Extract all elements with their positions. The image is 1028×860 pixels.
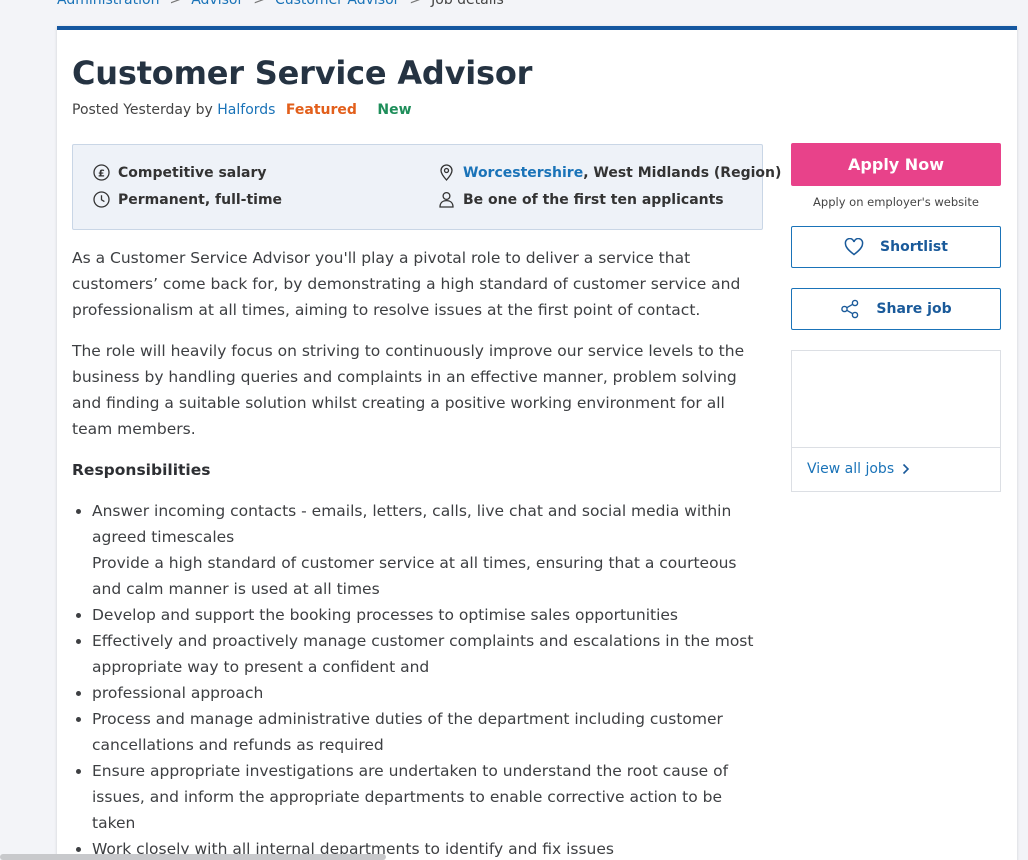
shortlist-label: Shortlist <box>880 239 948 255</box>
company-box-divider <box>792 447 1000 448</box>
list-item: Ensure appropriate investigations are un… <box>92 758 764 836</box>
breadcrumb-current: Job details <box>431 0 504 8</box>
apply-now-button[interactable]: Apply Now <box>791 143 1001 186</box>
view-all-jobs-label: View all jobs <box>807 461 895 477</box>
job-summary-box: £ Competitive salary Permanent, full-tim… <box>72 144 781 230</box>
applicants-text: Be one of the first ten applicants <box>463 191 724 208</box>
responsibilities-heading: Responsibilities <box>72 461 211 479</box>
applicants-row: Be one of the first ten applicants <box>438 191 724 208</box>
breadcrumb-link-administration[interactable]: Administration <box>57 0 159 8</box>
breadcrumb-link-customer-advisor[interactable]: Customer Advisor <box>275 0 399 8</box>
share-job-label: Share job <box>876 301 952 317</box>
salary-text: Competitive salary <box>118 164 267 181</box>
company-box: View all jobs <box>791 350 1001 492</box>
breadcrumb-separator: > <box>253 0 265 8</box>
share-icon <box>841 299 859 319</box>
job-meta: Posted Yesterday by Halfords Featured Ne… <box>72 102 412 118</box>
description-paragraph: The role will heavily focus on striving … <box>72 342 745 438</box>
clock-icon <box>93 191 110 208</box>
list-item: professional approach <box>92 680 764 706</box>
new-badge: New <box>377 102 412 118</box>
job-description: As a Customer Service Advisor you'll pla… <box>72 245 764 860</box>
heart-icon <box>844 238 864 256</box>
job-type-row: Permanent, full-time <box>93 191 282 208</box>
author-link[interactable]: Halfords <box>217 102 275 118</box>
location-link[interactable]: Worcestershire <box>463 165 583 181</box>
posted-text: Posted Yesterday by <box>72 102 213 118</box>
list-item: Develop and support the booking processe… <box>92 602 764 628</box>
breadcrumb: Administration > Advisor > Customer Advisor >… <box>57 0 504 8</box>
breadcrumb-link-advisor[interactable]: Advisor <box>191 0 243 8</box>
featured-badge: Featured <box>285 102 357 118</box>
job-type-text: Permanent, full-time <box>118 191 283 208</box>
breadcrumb-separator: > <box>409 0 422 8</box>
job-details-card: Customer Service Advisor Posted Yesterda… <box>57 26 1017 860</box>
breadcrumb-separator: > <box>169 0 182 8</box>
location-region: , West Midlands (Region) <box>583 164 782 181</box>
shortlist-button[interactable]: Shortlist <box>791 226 1001 268</box>
page-title: Customer Service Advisor <box>72 54 533 92</box>
list-item: Process and manage administrative duties… <box>92 706 764 758</box>
responsibilities-list: Answer incoming contacts - emails, lette… <box>72 498 764 860</box>
chevron-right-icon <box>903 463 910 475</box>
location-pin-icon <box>440 164 453 181</box>
svg-text:£: £ <box>98 168 105 179</box>
pound-icon: £ <box>93 164 110 181</box>
list-item: Answer incoming contacts - emails, lette… <box>92 498 764 550</box>
description-paragraph: As a Customer Service Advisor you'll pla… <box>72 249 741 319</box>
list-item: Provide a high standard of customer serv… <box>92 554 737 598</box>
share-job-button[interactable]: Share job <box>791 288 1001 330</box>
apply-note: Apply on employer's website <box>813 195 979 209</box>
list-item: Effectively and proactively manage custo… <box>92 628 764 680</box>
view-all-jobs-link[interactable]: View all jobs <box>807 461 910 477</box>
salary-row: £ Competitive salary <box>93 164 267 181</box>
location-row: Worcestershire, West Midlands (Region) <box>438 164 781 181</box>
person-icon <box>439 191 454 208</box>
horizontal-scrollbar[interactable] <box>0 854 386 860</box>
